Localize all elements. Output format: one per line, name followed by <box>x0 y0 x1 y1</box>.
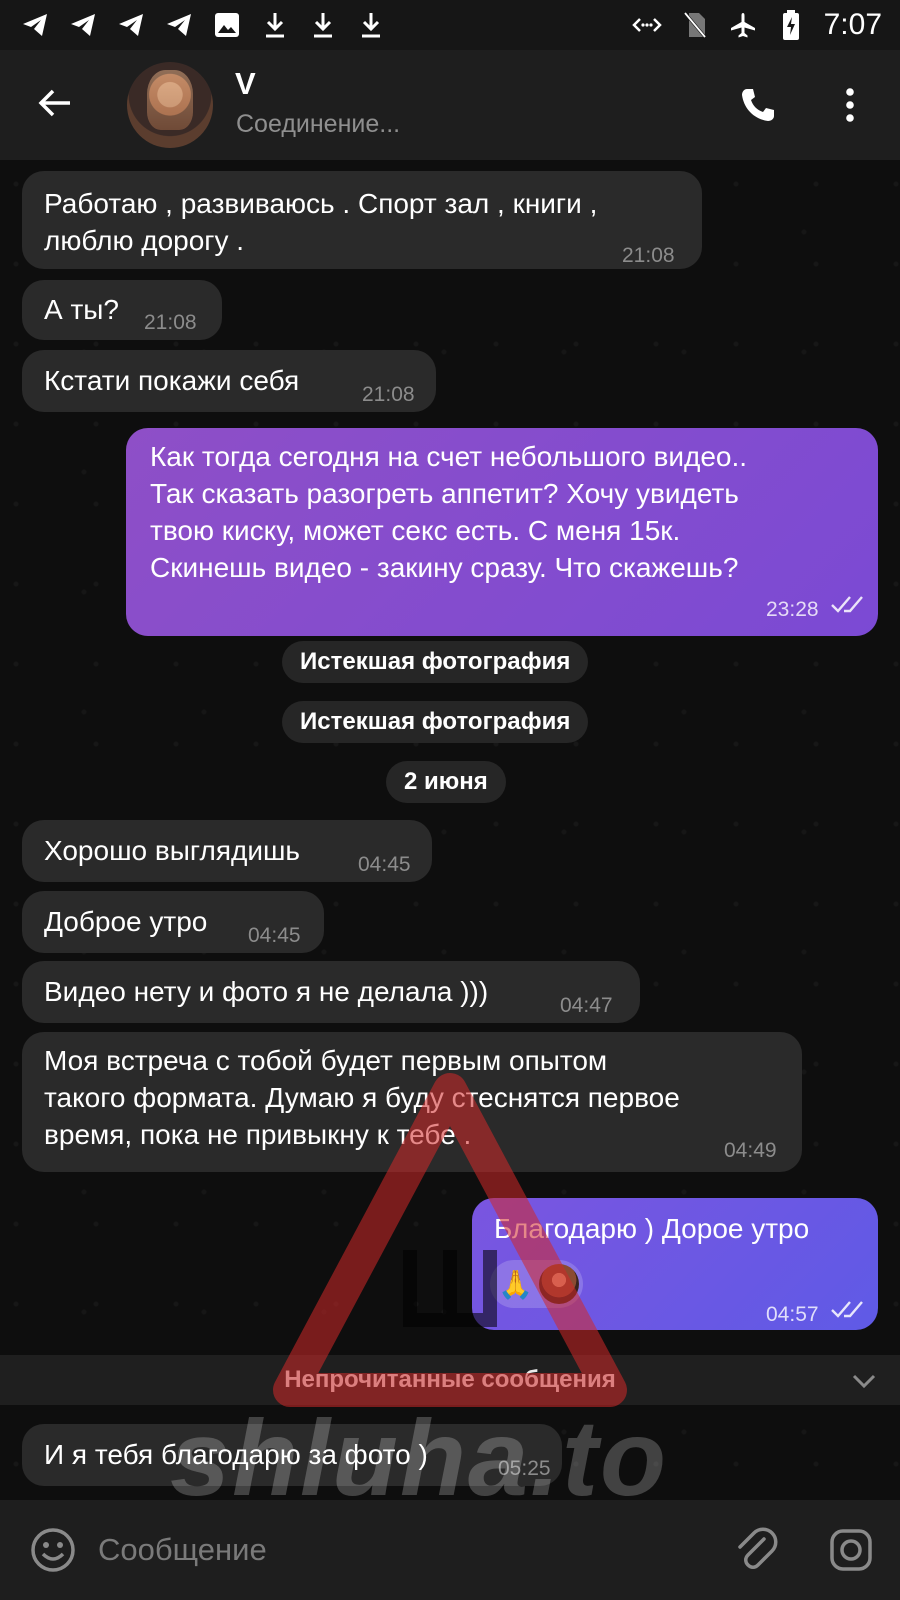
status-bar-system: 7:07 <box>631 8 882 42</box>
telegram-icon <box>164 10 194 40</box>
message-text: Доброе утро <box>44 906 208 937</box>
message-text: И я тебя благодарю за фото ) <box>44 1439 428 1470</box>
message-text: Хорошо выглядишь <box>44 835 301 866</box>
reactor-avatar <box>538 1264 579 1304</box>
message-bubble-outgoing[interactable]: Благодарю ) Дорое утро 🙏 04:57 <box>472 1198 878 1330</box>
double-check-icon <box>831 1301 863 1318</box>
telegram-icon <box>68 10 98 40</box>
date-separator: 2 июня <box>386 761 506 803</box>
message-time: 04:57 <box>766 1303 819 1326</box>
call-button[interactable] <box>733 80 783 130</box>
download-icon <box>356 10 386 40</box>
data-saver-icon <box>631 10 662 40</box>
chevron-down-icon[interactable] <box>850 1367 878 1395</box>
airplane-icon <box>728 10 758 40</box>
status-bar-time: 7:07 <box>823 8 882 41</box>
message-list[interactable]: Работаю , развиваюсь . Спорт зал , книги… <box>0 160 900 1500</box>
message-time: 04:47 <box>560 994 613 1017</box>
unread-messages-label: Непрочитанные сообщения <box>284 1366 616 1393</box>
message-bubble-outgoing[interactable]: Как тогда сегодня на счет небольшого вид… <box>126 428 878 636</box>
more-options-button[interactable] <box>828 80 872 130</box>
message-time: 23:28 <box>766 598 819 621</box>
message-bubble-incoming[interactable]: Работаю , развиваюсь . Спорт зал , книги… <box>22 171 702 269</box>
chat-header: V Соединение... <box>0 50 900 160</box>
message-bubble-incoming[interactable]: Моя встреча с тобой будет первым опытом … <box>22 1032 802 1172</box>
message-text: Моя встреча с тобой будет первым опытом … <box>44 1045 680 1150</box>
unread-messages-divider[interactable]: Непрочитанные сообщения <box>0 1355 900 1405</box>
instagram-camera-icon <box>830 1529 872 1571</box>
message-text: А ты? <box>44 294 119 325</box>
message-bubble-incoming[interactable]: А ты? 21:08 <box>22 280 222 340</box>
download-icon <box>260 10 290 40</box>
message-time: 04:45 <box>358 853 411 876</box>
telegram-icon <box>20 10 50 40</box>
image-icon <box>212 10 242 40</box>
message-time: 04:49 <box>724 1139 777 1162</box>
pray-emoji-icon: 🙏 <box>498 1268 533 1300</box>
message-time: 21:08 <box>622 244 675 267</box>
message-text: Благодарю ) Дорое утро <box>494 1213 810 1244</box>
connection-status: Соединение... <box>236 110 401 138</box>
message-time: 21:08 <box>362 383 415 406</box>
emoji-icon <box>31 1528 75 1572</box>
arrow-back-icon <box>38 89 70 117</box>
message-time: 21:08 <box>144 311 197 334</box>
message-bubble-incoming[interactable]: Хорошо выглядишь 04:45 <box>22 820 432 882</box>
emoji-button[interactable] <box>28 1525 78 1575</box>
attach-button[interactable] <box>730 1525 780 1575</box>
status-bar-notifications <box>20 10 386 40</box>
paperclip-icon <box>738 1527 778 1569</box>
contact-name[interactable]: V <box>235 66 256 102</box>
message-time: 04:45 <box>248 924 301 947</box>
status-bar: 7:07 <box>0 0 900 50</box>
camera-button[interactable] <box>826 1525 876 1575</box>
message-bubble-incoming[interactable]: Видео нету и фото я не делала ))) 04:47 <box>22 961 640 1023</box>
more-vert-icon <box>846 88 854 122</box>
double-check-icon <box>831 596 863 613</box>
telegram-icon <box>116 10 146 40</box>
expired-photo-notice[interactable]: Истекшая фотография <box>282 701 589 743</box>
expired-photo-notice[interactable]: Истекшая фотография <box>282 641 589 683</box>
message-time: 05:25 <box>498 1457 551 1480</box>
message-text: Кстати покажи себя <box>44 365 300 396</box>
message-bubble-incoming[interactable]: Кстати покажи себя 21:08 <box>22 350 436 412</box>
message-input[interactable] <box>98 1525 698 1575</box>
contact-avatar[interactable] <box>127 62 213 148</box>
message-composer <box>0 1500 900 1600</box>
download-icon <box>308 10 338 40</box>
message-bubble-incoming[interactable]: Доброе утро 04:45 <box>22 891 324 953</box>
message-bubble-incoming[interactable]: И я тебя благодарю за фото ) 05:25 <box>22 1424 562 1486</box>
back-button[interactable] <box>30 78 80 128</box>
message-text: Видео нету и фото я не делала ))) <box>44 976 489 1007</box>
battery-charging-icon <box>776 10 806 40</box>
phone-icon <box>742 89 774 121</box>
reaction-chip[interactable]: 🙏 <box>490 1260 583 1308</box>
no-sim-icon <box>680 10 710 40</box>
message-text: Работаю , развиваюсь . Спорт зал , книги… <box>44 188 598 256</box>
message-text: Как тогда сегодня на счет небольшого вид… <box>150 441 748 583</box>
